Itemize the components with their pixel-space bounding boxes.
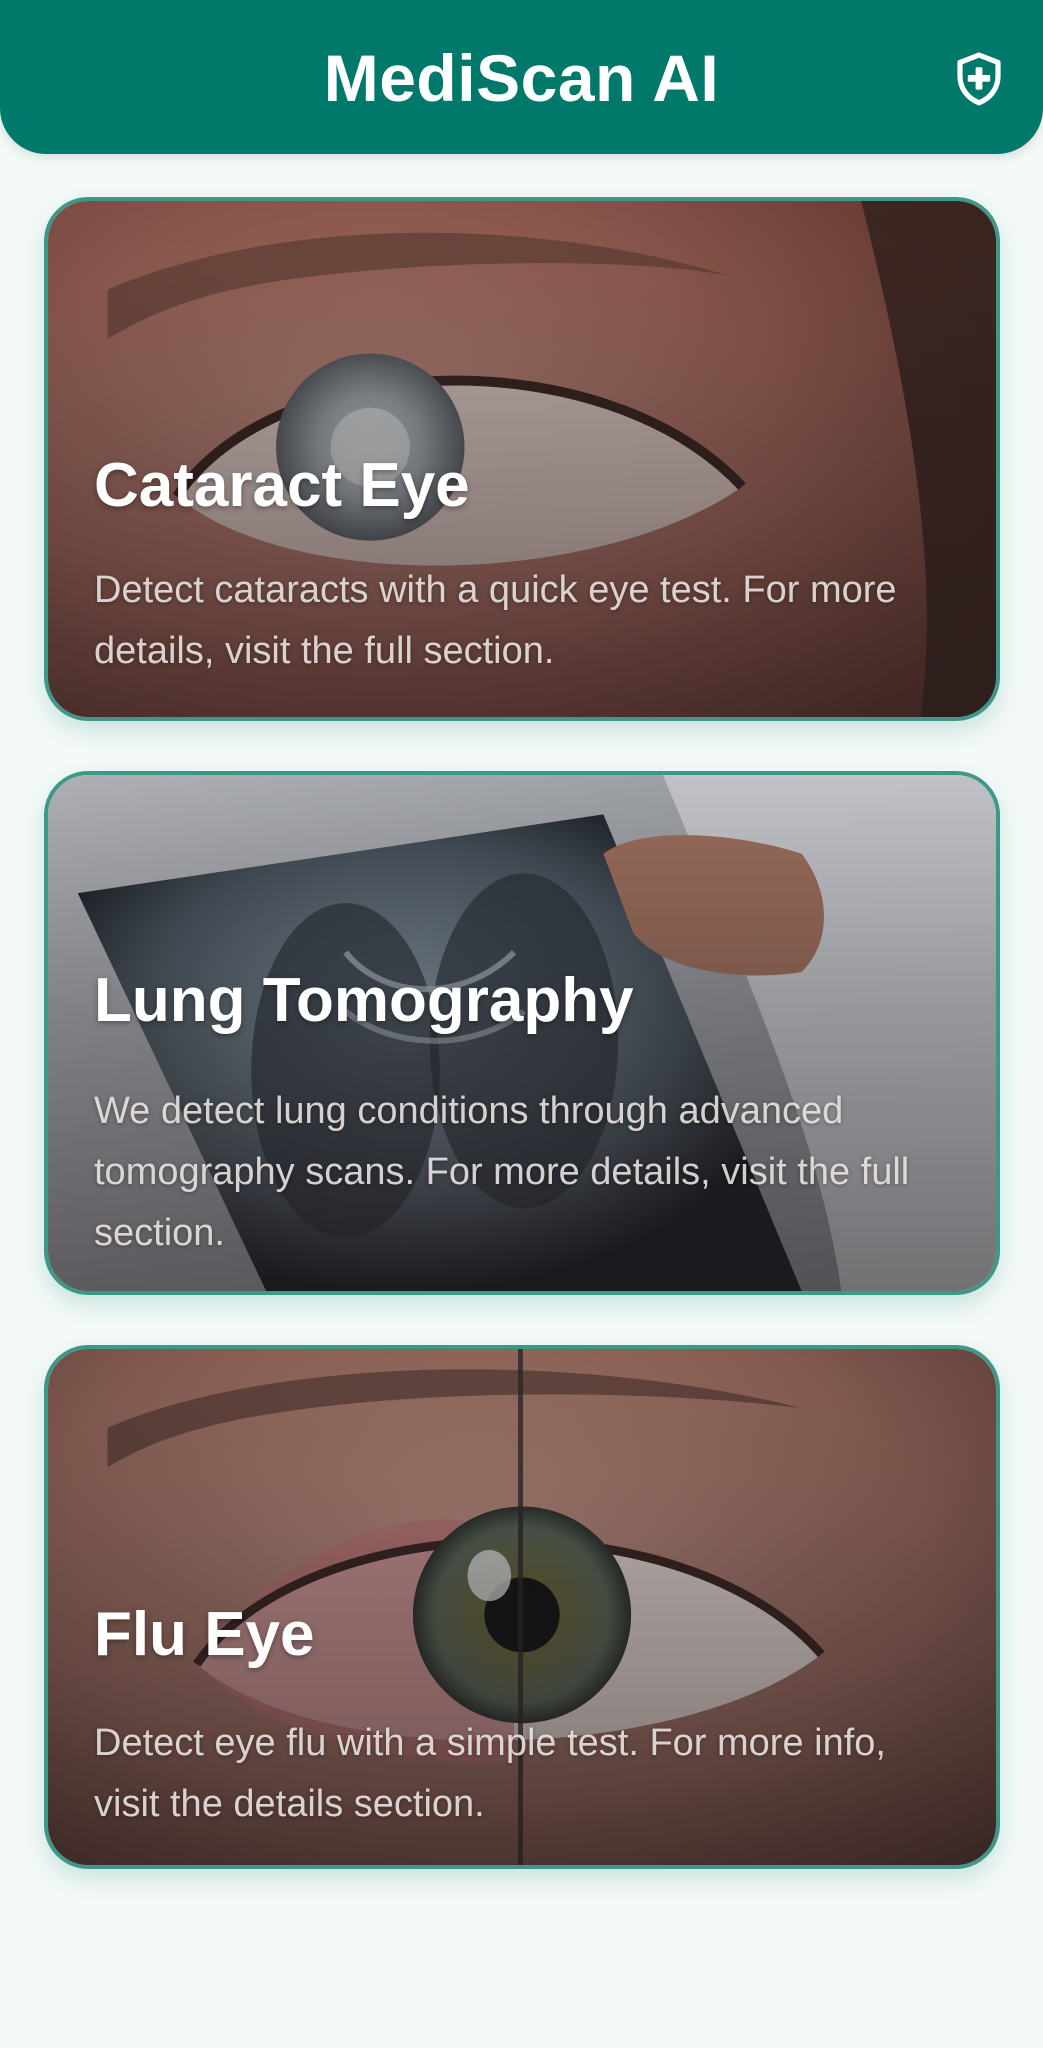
app-title: MediScan AI	[323, 41, 720, 115]
app-bar: MediScan AI	[0, 0, 1043, 154]
card-title: Flu Eye	[94, 1600, 315, 1669]
card-description: Detect cataracts with a quick eye test. …	[94, 569, 897, 672]
card-title: Lung Tomography	[94, 966, 634, 1035]
card-title: Cataract Eye	[94, 451, 470, 520]
card-description: Detect eye flu with a simple test. For m…	[94, 1722, 886, 1825]
card-lung-tomography[interactable]: Lung Tomography We detect lung condition…	[44, 771, 1000, 1295]
card-description: We detect lung conditions through advanc…	[94, 1090, 910, 1254]
card-cataract-eye[interactable]: Cataract Eye Detect cataracts with a qui…	[44, 197, 1000, 721]
shield-plus-icon	[955, 51, 1003, 111]
card-flu-eye[interactable]: Flu Eye Detect eye flu with a simple tes…	[44, 1345, 1000, 1869]
shield-button[interactable]	[950, 51, 1008, 111]
